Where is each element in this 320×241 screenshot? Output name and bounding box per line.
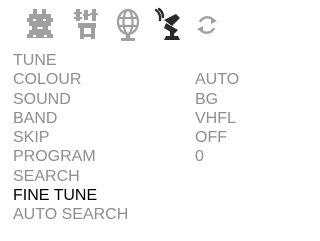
menu-item-band[interactable]: BAND VHFL bbox=[13, 109, 253, 128]
menu-item-value: BG bbox=[195, 90, 219, 108]
globe-icon[interactable] bbox=[113, 6, 143, 42]
menu-item-search[interactable]: SEARCH bbox=[13, 167, 253, 186]
menu-item-label: SEARCH bbox=[13, 167, 80, 185]
menu-item-label: TUNE bbox=[13, 52, 57, 69]
tune-icon[interactable] bbox=[152, 6, 186, 42]
setup-icon[interactable] bbox=[72, 6, 102, 42]
menu-item-sound[interactable]: SOUND BG bbox=[13, 90, 253, 109]
menu-item-colour[interactable]: COLOUR AUTO bbox=[13, 70, 253, 89]
menu-item-label: COLOUR bbox=[13, 71, 82, 89]
tune-menu-list: TUNE COLOUR AUTO SOUND BG BAND VHFL SKIP OFF PROG… bbox=[13, 51, 253, 225]
menu-item-value: VHFL bbox=[195, 109, 236, 127]
menu-item-label: SKIP bbox=[13, 129, 50, 147]
menu-item-tune[interactable]: TUNE bbox=[13, 51, 253, 70]
menu-item-value: AUTO bbox=[195, 71, 240, 89]
tv-osd-menu-screen: TUNE COLOUR AUTO SOUND BG BAND VHFL SKIP OFF PROG… bbox=[0, 0, 254, 241]
menu-item-label: FINE TUNE bbox=[13, 187, 98, 205]
menu-item-value: 0 bbox=[195, 148, 204, 166]
picture-icon[interactable] bbox=[23, 6, 57, 42]
menu-item-program[interactable]: PROGRAM 0 bbox=[13, 147, 253, 166]
menu-item-value: OFF bbox=[195, 129, 227, 147]
menu-icon-bar bbox=[0, 0, 254, 50]
menu-item-label: BAND bbox=[13, 109, 58, 127]
sync-icon[interactable] bbox=[195, 13, 219, 37]
menu-item-label: SOUND bbox=[13, 90, 71, 108]
menu-item-skip[interactable]: SKIP OFF bbox=[13, 128, 253, 147]
menu-item-label: PROGRAM bbox=[13, 148, 96, 166]
menu-item-fine-tune[interactable]: FINE TUNE bbox=[13, 186, 253, 205]
menu-item-label: AUTO SEARCH bbox=[13, 206, 129, 224]
menu-item-auto-search[interactable]: AUTO SEARCH bbox=[13, 205, 253, 224]
